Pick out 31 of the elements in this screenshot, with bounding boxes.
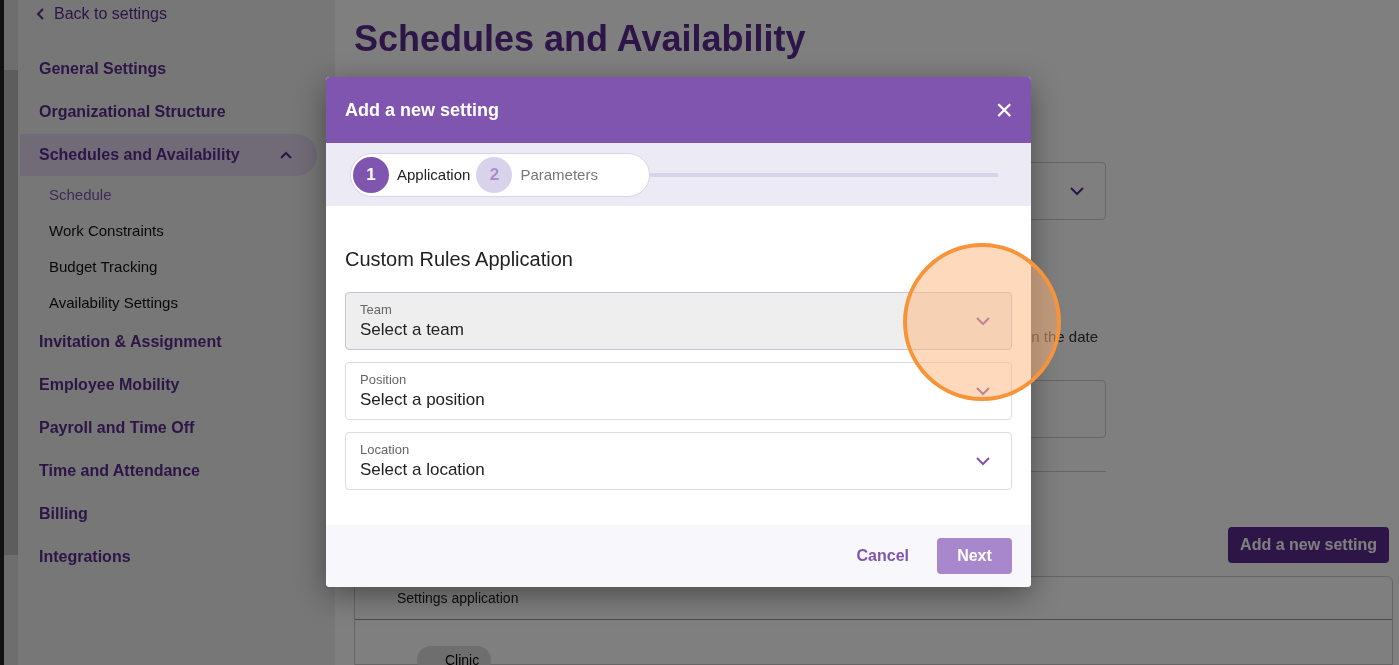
chevron-down-icon bbox=[1069, 186, 1085, 196]
sidebar-item[interactable]: Employee Mobility bbox=[20, 364, 317, 406]
chevron-down-icon bbox=[975, 386, 991, 396]
chevron-left-icon bbox=[36, 7, 46, 21]
sidebar-item[interactable]: Invitation & Assignment bbox=[20, 321, 317, 363]
cancel-button[interactable]: Cancel bbox=[848, 539, 917, 573]
chevron-down-icon bbox=[975, 316, 991, 326]
page-title: Schedules and Availability bbox=[354, 18, 807, 61]
sidebar-item[interactable]: Organizational Structure bbox=[20, 91, 317, 133]
select-field[interactable]: Location Select a location bbox=[345, 432, 1012, 490]
column-header: Settings application bbox=[397, 590, 519, 606]
sidebar-item[interactable]: General Settings bbox=[20, 48, 317, 90]
chevron-down-icon bbox=[975, 456, 991, 466]
step-tab[interactable]: 2 Parameters bbox=[476, 156, 604, 193]
add-setting-button[interactable]: Add a new setting bbox=[1228, 527, 1389, 563]
sidebar-item[interactable]: Time and Attendance bbox=[20, 450, 317, 492]
select-field[interactable]: Position Select a position bbox=[345, 362, 1012, 420]
location-chip: Clinic bbox=[417, 646, 492, 665]
sidebar-item[interactable]: Schedules and Availability bbox=[20, 134, 317, 176]
section-title: Custom Rules Application bbox=[345, 248, 574, 271]
step-tab[interactable]: 1 Application bbox=[353, 156, 477, 193]
select-field[interactable]: Team Select a team bbox=[345, 292, 1012, 350]
next-button[interactable]: Next bbox=[937, 538, 1012, 574]
sidebar-item[interactable]: Integrations bbox=[20, 536, 317, 578]
close-button[interactable]: × bbox=[991, 95, 1017, 125]
dialog-title: Add a new setting bbox=[345, 99, 499, 121]
sidebar-item[interactable]: Billing bbox=[20, 493, 317, 535]
scrollbar[interactable] bbox=[0, 0, 18, 665]
back-link[interactable]: Back to settings bbox=[20, 2, 335, 24]
sidebar-item[interactable]: Payroll and Time Off bbox=[20, 407, 317, 449]
chevron-up-icon bbox=[279, 150, 293, 160]
